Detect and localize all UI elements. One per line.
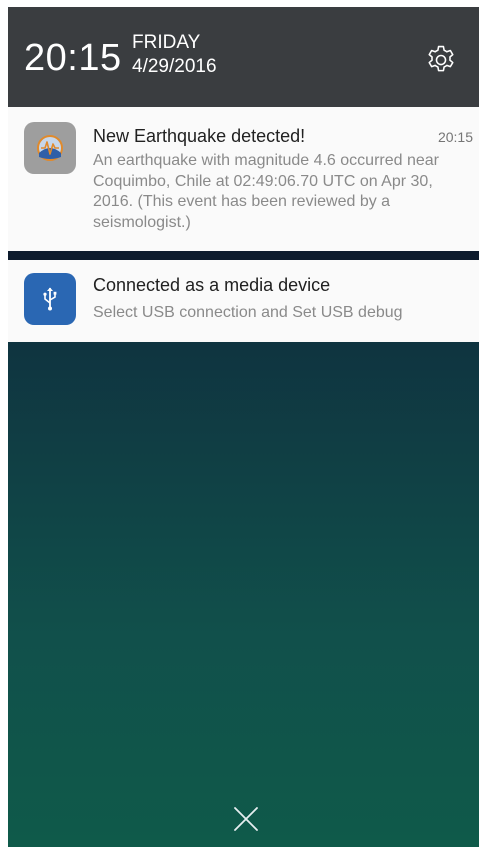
notification-time: 20:15	[437, 129, 473, 145]
notification-body: An earthquake with magnitude 4.6 occurre…	[93, 152, 439, 231]
notification-earthquake[interactable]: New Earthquake detected! 20:15 An earthq…	[8, 107, 479, 251]
status-header: 20:15 FRIDAY 4/29/2016	[8, 7, 479, 107]
notification-divider	[8, 251, 479, 260]
notification-shade: 20:15 FRIDAY 4/29/2016 New Earthquake de…	[8, 7, 479, 847]
gear-icon[interactable]	[424, 43, 458, 77]
seismograph-icon	[37, 135, 63, 161]
clock-time: 20:15	[24, 37, 122, 79]
date-block: FRIDAY 4/29/2016	[132, 33, 217, 76]
notification-body: Select USB connection and Set USB debug	[93, 304, 403, 321]
notification-title: Connected as a media device	[93, 275, 331, 295]
close-icon[interactable]	[232, 805, 260, 833]
earthquake-app-icon	[24, 122, 76, 174]
date-label: 4/29/2016	[132, 56, 217, 77]
usb-symbol-icon	[43, 287, 57, 311]
notification-title: New Earthquake detected!	[93, 126, 306, 146]
weekday-label: FRIDAY	[132, 32, 201, 53]
notification-usb[interactable]: Connected as a media device Select USB c…	[8, 260, 479, 342]
usb-icon	[24, 273, 76, 325]
